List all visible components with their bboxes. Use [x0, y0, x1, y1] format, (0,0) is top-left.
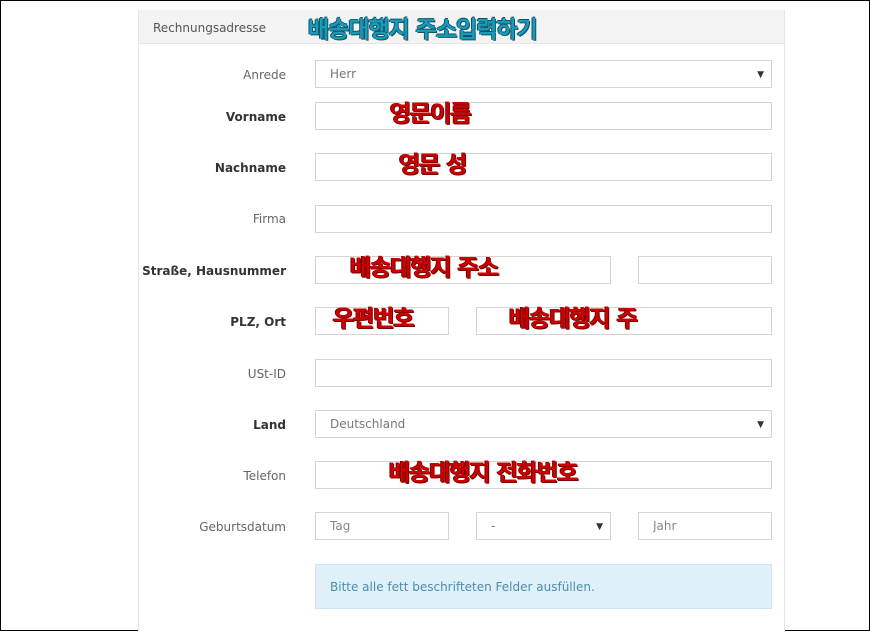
ustid-label: USt-ID: [247, 367, 286, 381]
plz-input[interactable]: [315, 307, 449, 335]
vorname-input[interactable]: [315, 102, 772, 130]
panel-title: Rechnungsadresse: [153, 21, 266, 35]
notice-text: Bitte alle fett beschrifteten Felder aus…: [330, 579, 595, 594]
chevron-down-icon: ▼: [596, 522, 603, 532]
panel-header: Rechnungsadresse: [139, 10, 784, 44]
vorname-label: Vorname: [225, 110, 286, 124]
anrede-label: Anrede: [243, 68, 286, 82]
birth-day-input[interactable]: [315, 512, 449, 540]
street-input[interactable]: [315, 256, 611, 284]
ort-input[interactable]: [476, 307, 772, 335]
telefon-input[interactable]: [315, 461, 772, 489]
anrede-select[interactable]: Herr ▼: [315, 60, 772, 88]
birth-year-input[interactable]: [638, 512, 772, 540]
birth-month-select[interactable]: - ▼: [476, 512, 611, 540]
nachname-input[interactable]: [315, 153, 772, 181]
birth-month-value: -: [491, 519, 496, 533]
land-label: Land: [253, 418, 286, 432]
geburtsdatum-label: Geburtsdatum: [199, 520, 286, 534]
ustid-input[interactable]: [315, 359, 772, 387]
telefon-label: Telefon: [243, 469, 286, 483]
land-select[interactable]: Deutschland ▼: [315, 410, 772, 438]
firma-input[interactable]: [315, 205, 772, 233]
plz-label: PLZ, Ort: [230, 315, 286, 329]
firma-label: Firma: [252, 212, 286, 226]
strasse-label: Straße, Hausnummer: [142, 264, 286, 278]
chevron-down-icon: ▼: [757, 420, 764, 430]
required-fields-notice: Bitte alle fett beschrifteten Felder aus…: [315, 564, 772, 609]
land-value: Deutschland: [330, 417, 406, 431]
chevron-down-icon: ▼: [757, 70, 764, 80]
house-number-input[interactable]: [638, 256, 772, 284]
anrede-value: Herr: [330, 67, 357, 81]
nachname-label: Nachname: [214, 161, 286, 175]
